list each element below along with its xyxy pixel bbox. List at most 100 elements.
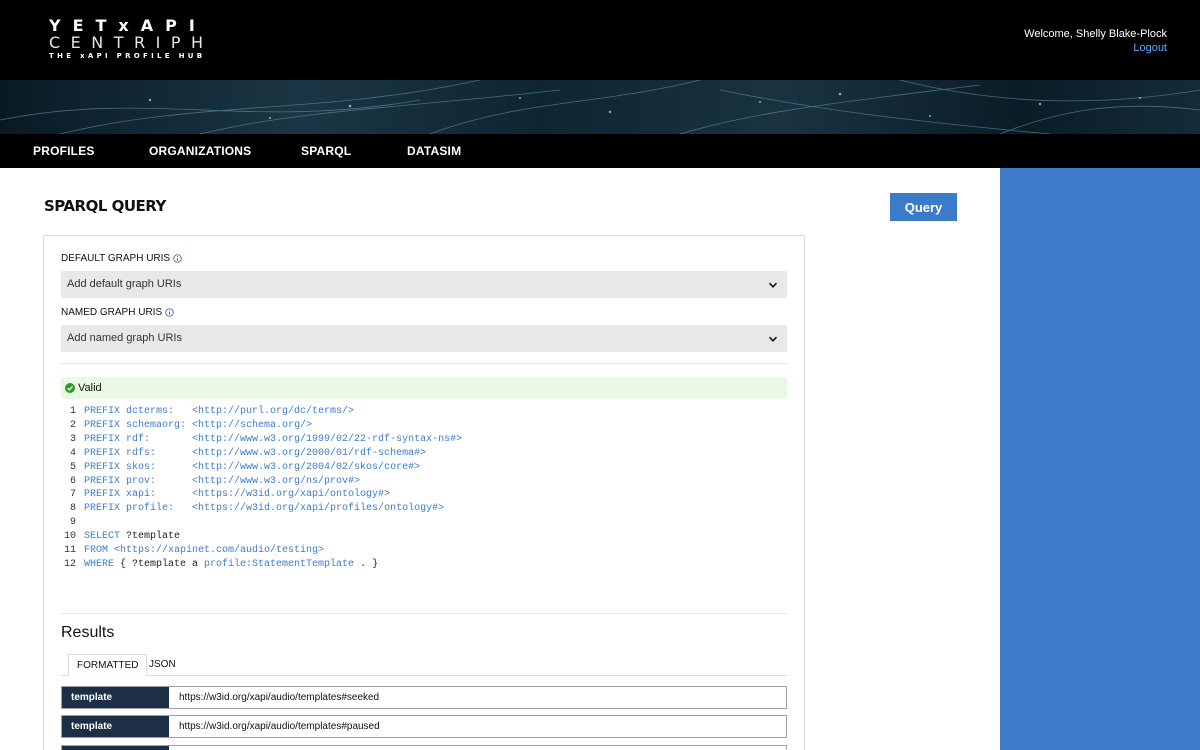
line-number: 4 [69,447,76,459]
line-number: 6 [69,475,76,487]
divider [61,363,787,364]
line-number: 11 [63,545,76,557]
code-pad [156,461,192,475]
code-text: ?template [120,531,181,543]
code-uri: profile:StatementTemplate [204,558,355,570]
check-circle-icon [65,383,75,393]
code-uri: <http://purl.org/dc/terms/> [192,406,355,417]
result-row [61,745,787,750]
tab-json[interactable]: JSON [141,654,184,676]
code-line: 12 WHERE { ?template a profile:StatementT… [61,558,787,572]
code-line: 3 PREFIX rdf: <http://www.w3.org/1999/02/… [61,433,787,447]
default-graph-label: DEFAULT GRAPH URIS [61,253,182,264]
code-line: 7 PREFIX xapi: <https://w3id.org/xapi/ont… [61,488,787,502]
info-icon[interactable] [165,308,174,317]
code-uri: <http://www.w3.org/1999/02/22-rdf-syntax… [192,433,463,445]
code-empty [84,516,90,530]
nav-item-organizations[interactable]: ORGANIZATIONS [149,134,251,168]
result-row: template https://w3id.org/xapi/audio/tem… [61,686,787,709]
query-card: DEFAULT GRAPH URIS Add default graph URI… [43,235,805,750]
line-number: 10 [63,531,76,543]
code-prefix: PREFIX schemaorg: [84,419,187,431]
result-row: template https://w3id.org/xapi/audio/tem… [61,715,787,738]
page-title: SPARQL QUERY [44,197,166,215]
code-pad [174,502,192,516]
code-prefix: PREFIX skos: [84,461,157,473]
tab-formatted[interactable]: FORMATTED [68,654,148,677]
results-title: Results [61,624,115,641]
code-prefix: PREFIX xapi: [84,489,157,501]
code-pad [156,475,192,489]
code-pad [156,447,192,461]
code-line: 4 PREFIX rdfs: <http://www.w3.org/2000/01… [61,447,787,461]
chevron-down-icon [768,336,778,342]
header-banner-image [0,80,1200,134]
code-uri: <http://www.w3.org/2004/02/skos/core#> [192,461,421,473]
code-uri: <https://xapinet.com/audio/testing> [108,545,325,557]
code-pad [174,405,192,419]
named-graph-placeholder: Add named graph URIs [67,332,182,344]
divider [61,613,787,614]
default-graph-select[interactable]: Add default graph URIs [61,271,787,298]
line-number: 2 [69,419,76,431]
validation-text: Valid [78,382,102,394]
code-line: 5 PREFIX skos: <http://www.w3.org/2004/02… [61,461,787,475]
line-number: 7 [69,489,76,501]
default-graph-label-text: DEFAULT GRAPH URIS [61,253,171,264]
code-line: 8 PREFIX profile: <https://w3id.org/xapi/… [61,502,787,516]
sparql-code-editor[interactable]: 1 PREFIX dcterms: <http://purl.org/dc/ter… [61,405,787,572]
code-pad [150,433,192,447]
code-uri: <http://www.w3.org/ns/prov#> [192,475,361,487]
top-header: YETxAPI CENTRIPH THE xAPI PROFILE HUB We… [0,0,1200,80]
code-prefix: PREFIX profile: [84,503,175,515]
code-keyword-where: WHERE [84,558,115,570]
code-text: . } [354,558,379,570]
result-value: https://w3id.org/xapi/audio/templates#pa… [179,721,380,732]
line-number: 12 [63,558,76,570]
code-line: 11 FROM <https://xapinet.com/audio/testin… [61,544,787,558]
result-value: https://w3id.org/xapi/audio/templates#se… [179,692,380,703]
code-line: 9 [61,516,787,530]
code-keyword-from: FROM [84,545,109,557]
code-text: { ?template a [114,558,205,570]
code-prefix: PREFIX rdf: [84,433,151,445]
default-graph-placeholder: Add default graph URIs [67,278,182,290]
code-uri: <http://www.w3.org/2000/01/rdf-schema#> [192,447,427,459]
nav-item-sparql[interactable]: SPARQL [301,134,351,168]
line-number: 9 [69,517,76,529]
result-key: template [62,716,169,737]
logout-link[interactable]: Logout [1133,41,1167,55]
named-graph-label: NAMED GRAPH URIS [61,307,174,318]
logo-line2: CENTRIPH [49,33,214,52]
code-prefix: PREFIX prov: [84,475,157,487]
code-prefix: PREFIX rdfs: [84,447,157,459]
code-line: 10 SELECT ?template [61,530,787,544]
code-uri: <https://w3id.org/xapi/profiles/ontology… [192,503,445,515]
chevron-down-icon [768,282,778,288]
info-icon[interactable] [173,254,182,263]
results-tabs: FORMATTED JSON [61,654,787,677]
line-number: 5 [69,461,76,473]
result-key [62,746,169,750]
welcome-text: Welcome, Shelly Blake-Plock [1024,28,1167,40]
nav-item-profiles[interactable]: PROFILES [33,134,95,168]
user-welcome: Welcome, Shelly Blake-Plock Logout [1024,27,1167,55]
code-uri: <https://w3id.org/xapi/ontology#> [192,489,391,501]
main-nav: PROFILES ORGANIZATIONS SPARQL DATASIM [0,134,1200,168]
right-side-panel [1000,168,1200,750]
query-button[interactable]: Query [890,193,957,221]
result-value [169,746,786,750]
line-number: 1 [69,406,76,417]
logo[interactable]: YETxAPI CENTRIPH THE xAPI PROFILE HUB [49,17,214,61]
code-pad [156,488,192,502]
logo-tagline: THE xAPI PROFILE HUB [49,52,206,60]
code-prefix: PREFIX dcterms: [84,406,175,417]
code-uri: <http://schema.org/> [192,419,313,431]
code-keyword-select: SELECT [84,531,121,543]
nav-item-datasim[interactable]: DATASIM [407,134,461,168]
named-graph-select[interactable]: Add named graph URIs [61,325,787,352]
code-line: 2 PREFIX schemaorg: <http://schema.org/> [61,419,787,433]
code-line: 6 PREFIX prov: <http://www.w3.org/ns/prov… [61,475,787,489]
line-number: 3 [69,433,76,445]
result-key: template [62,687,169,708]
